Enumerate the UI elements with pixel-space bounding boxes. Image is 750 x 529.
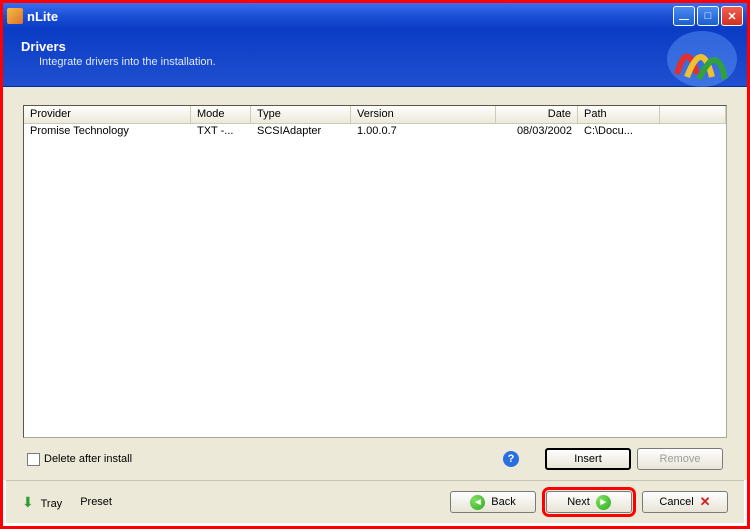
- remove-button: Remove: [637, 448, 723, 470]
- minimize-button[interactable]: [673, 6, 695, 26]
- table-row[interactable]: Promise Technology TXT -... SCSIAdapter …: [24, 124, 726, 140]
- cell-type: SCSIAdapter: [251, 124, 351, 140]
- cell-provider: Promise Technology: [24, 124, 191, 140]
- footer-bar: ⬇ Tray Preset ◄ Back Next ► Cancel ✕: [6, 480, 744, 523]
- page-title: Drivers: [21, 39, 729, 54]
- header-band: Drivers Integrate drivers into the insta…: [3, 29, 747, 87]
- driver-list[interactable]: Provider Mode Type Version Date Path Pro…: [23, 105, 727, 438]
- col-type[interactable]: Type: [251, 106, 351, 123]
- col-spacer: [660, 106, 726, 123]
- next-button[interactable]: Next ►: [546, 491, 632, 513]
- checkbox-icon: [27, 453, 40, 466]
- titlebar: nLite: [3, 3, 747, 29]
- col-mode[interactable]: Mode: [191, 106, 251, 123]
- tray-button[interactable]: ⬇ Tray: [22, 494, 62, 511]
- delete-after-label: Delete after install: [44, 453, 132, 465]
- page-subtitle: Integrate drivers into the installation.: [39, 56, 729, 68]
- back-button[interactable]: ◄ Back: [450, 491, 536, 513]
- cell-version: 1.00.0.7: [351, 124, 496, 140]
- next-arrow-icon: ►: [596, 495, 611, 510]
- tray-icon: ⬇: [22, 494, 34, 510]
- delete-after-install-checkbox[interactable]: Delete after install: [27, 453, 132, 466]
- cell-date: 08/03/2002: [496, 124, 578, 140]
- cancel-button[interactable]: Cancel ✕: [642, 491, 728, 513]
- insert-button[interactable]: Insert: [545, 448, 631, 470]
- back-label: Back: [491, 496, 515, 508]
- col-provider[interactable]: Provider: [24, 106, 191, 123]
- cancel-label: Cancel: [659, 496, 693, 508]
- preset-button[interactable]: Preset: [80, 496, 112, 508]
- help-icon[interactable]: ?: [503, 451, 519, 467]
- cell-path: C:\Docu...: [578, 124, 660, 140]
- back-arrow-icon: ◄: [470, 495, 485, 510]
- content-area: Provider Mode Type Version Date Path Pro…: [3, 87, 747, 480]
- window-controls: [673, 6, 743, 26]
- col-version[interactable]: Version: [351, 106, 496, 123]
- cancel-x-icon: ✕: [700, 494, 711, 510]
- close-button[interactable]: [721, 6, 743, 26]
- col-path[interactable]: Path: [578, 106, 660, 123]
- list-header: Provider Mode Type Version Date Path: [24, 106, 726, 124]
- col-date[interactable]: Date: [496, 106, 578, 123]
- list-controls: Delete after install ? Insert Remove: [23, 438, 727, 472]
- next-label: Next: [567, 496, 590, 508]
- app-icon: [7, 8, 23, 24]
- tray-label: Tray: [41, 498, 63, 510]
- window-title: nLite: [27, 9, 58, 24]
- maximize-button[interactable]: [697, 6, 719, 26]
- cell-mode: TXT -...: [191, 124, 251, 140]
